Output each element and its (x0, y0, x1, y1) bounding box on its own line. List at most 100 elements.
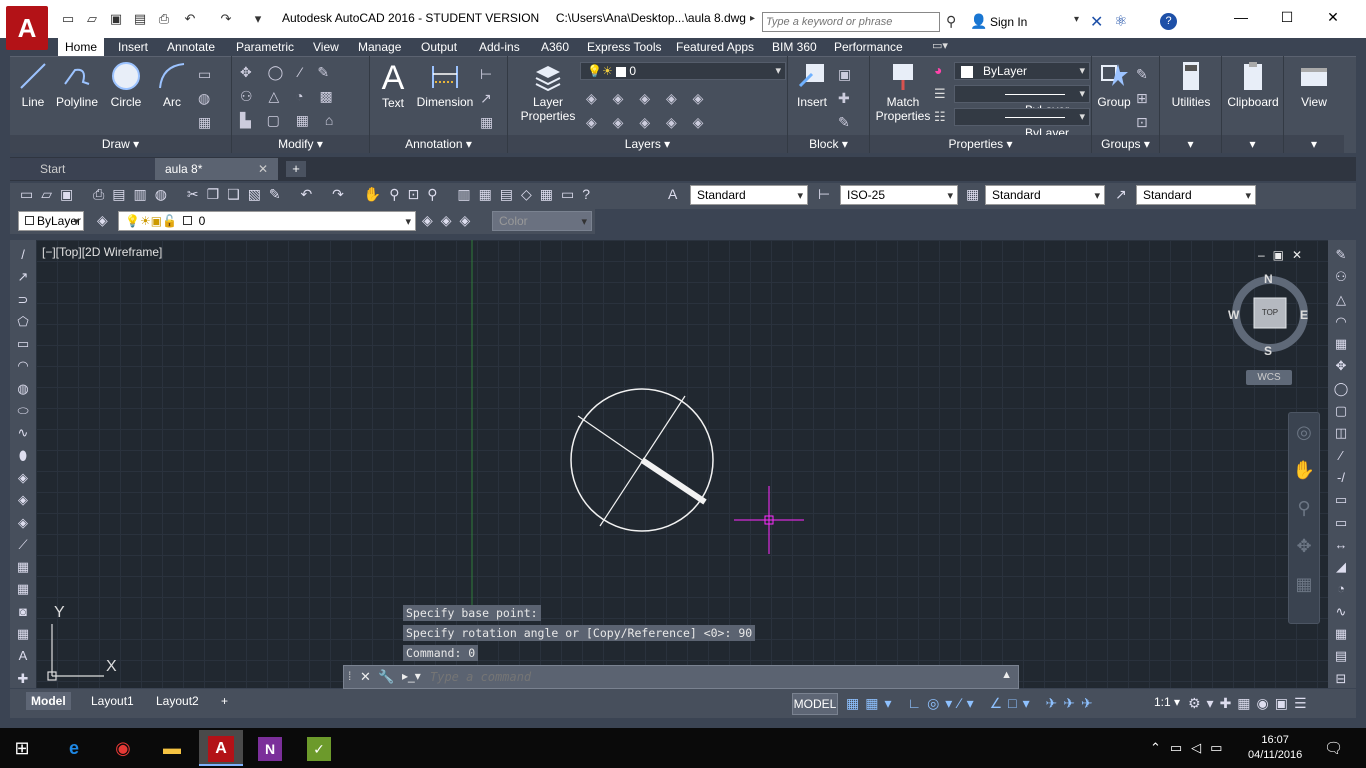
command-prompt-icon[interactable]: ▸_▾ (402, 669, 421, 683)
autocad-taskbar-icon[interactable]: A (199, 730, 243, 766)
save-icon[interactable]: ▣ (108, 11, 124, 27)
notification-center-icon[interactable]: 🗨 (1324, 739, 1343, 757)
tab-start[interactable]: Start (10, 158, 155, 180)
mleader-style-dropdown[interactable]: Standard (1136, 185, 1256, 205)
clipboard-button[interactable]: Clipboard (1224, 60, 1282, 109)
viewcube-top-face[interactable]: TOP (1260, 308, 1280, 317)
minimize-icon[interactable]: — (1218, 6, 1264, 28)
tab-add-ins[interactable]: Add-ins (472, 38, 527, 56)
utilities-dropdown-icon[interactable]: ▾ (1160, 135, 1221, 153)
drawn-line-2[interactable] (577, 415, 643, 461)
chart-app-icon[interactable]: ✓ (297, 730, 341, 766)
status-tray-icons[interactable]: ⚙▾✚▦◉▣☰ (1188, 695, 1313, 712)
tab-a360[interactable]: A360 (534, 38, 576, 56)
annotation-panel-title[interactable]: Annotation ▾ (370, 135, 507, 153)
tab-parametric[interactable]: Parametric (229, 38, 301, 56)
circle-button[interactable]: Circle (106, 60, 146, 109)
signin-dropdown-icon[interactable]: ▾ (1074, 14, 1079, 25)
search-expand-icon[interactable]: ▸ (750, 13, 760, 31)
tab-layout1[interactable]: Layout1 (86, 692, 139, 710)
sign-in-link[interactable]: Sign In (990, 15, 1027, 29)
open-icon[interactable]: ▱ (84, 11, 100, 27)
autocad-logo-button[interactable]: A (6, 6, 48, 50)
ribbon-minimize-icon[interactable]: ▭▾ (932, 39, 948, 52)
system-clock[interactable]: 16:07 04/11/2016 (1248, 733, 1302, 763)
close-tab-icon[interactable]: ✕ (258, 158, 268, 180)
navigation-bar[interactable]: ◎ ✋ ⚲ ✥ ▦ (1288, 412, 1320, 624)
wcs-menu[interactable]: WCS (1246, 370, 1292, 385)
tab-view[interactable]: View (306, 38, 346, 56)
draw-small-tools[interactable]: ▭ ◍ ▦ (198, 62, 228, 134)
clipboard-dropdown-icon[interactable]: ▾ (1222, 135, 1283, 153)
drawn-geometry[interactable] (570, 388, 714, 532)
layer-small-tools[interactable]: ◈ ◈ ◈ ◈ ◈ ◈ ◈ ◈ ◈ ◈ (586, 86, 786, 134)
close-window-icon[interactable]: ✕ (1310, 6, 1356, 28)
viewport-window-controls[interactable]: –▣✕ (1258, 248, 1310, 262)
drafting-status-icons[interactable]: ▦▦▾ ∟◎▾∕▾ ∠□▾ ✈✈✈ (846, 695, 1099, 712)
modify-panel-title[interactable]: Modify ▾ (232, 135, 369, 153)
tab-output[interactable]: Output (414, 38, 464, 56)
layer-dropdown[interactable]: 💡☀ 0 (580, 62, 786, 80)
system-tray-icons[interactable]: ⌃▭◁▭ (1150, 740, 1231, 756)
new-icon[interactable]: ▭ (60, 11, 76, 27)
viewcube-east[interactable]: E (1300, 308, 1308, 322)
tab-bim-360[interactable]: BIM 360 (765, 38, 824, 56)
polyline-button[interactable]: Polyline (54, 60, 100, 109)
command-history-toggle-icon[interactable]: ▲ (1001, 669, 1012, 681)
qat-dropdown-icon[interactable]: ▾ (250, 11, 266, 27)
viewport-controls-label[interactable]: [−][Top][2D Wireframe] (42, 245, 162, 259)
command-input[interactable] (430, 668, 970, 686)
add-layout-icon[interactable]: + (216, 692, 233, 710)
layer-manager-icon[interactable]: ◈ (97, 212, 108, 229)
arc-button[interactable]: Arc (154, 60, 190, 109)
tab-performance[interactable]: Performance (827, 38, 910, 56)
text-style-dropdown[interactable]: Standard (690, 185, 808, 205)
utilities-button[interactable]: Utilities (1162, 60, 1220, 109)
groups-panel-title[interactable]: Groups ▾ (1092, 135, 1159, 153)
help-icon[interactable]: ? (1160, 13, 1177, 30)
tab-home[interactable]: Home (58, 38, 105, 56)
layer-control-dropdown[interactable]: 💡☀▣🔓 0 (118, 211, 416, 231)
color-control-dropdown[interactable]: ByLayer (18, 211, 84, 231)
search-input[interactable] (762, 12, 940, 32)
tab-insert[interactable]: Insert (111, 38, 155, 56)
tab-featured-apps[interactable]: Featured Apps (669, 38, 761, 56)
table-style-dropdown[interactable]: Standard (985, 185, 1105, 205)
modify-small-tools[interactable]: ✥ ◯ ⁄ ✎ ⚇ △ ◔ ▩ ▙ ▢ ▦ ⌂ (240, 60, 368, 132)
undo-icon[interactable]: ↶ (182, 11, 198, 27)
viewcube-north[interactable]: N (1264, 272, 1273, 286)
linetype-dropdown[interactable]: ByLayer (954, 85, 1090, 117)
onenote-icon[interactable]: N (248, 730, 292, 766)
maximize-icon[interactable]: ☐ (1264, 6, 1310, 28)
tab-layout2[interactable]: Layout2 (151, 692, 204, 710)
windows-start-icon[interactable]: ⊞ (0, 730, 44, 766)
tab-model[interactable]: Model (26, 692, 71, 710)
a360-icon[interactable]: ⚛ (1114, 12, 1127, 30)
command-customize-icon[interactable]: 🔧 (378, 669, 394, 685)
modify-toolbar-icons[interactable]: ✎ ⚇ △ ◠ ▦ ✥ ◯ ▢ ◫ ⁄ -/▭ ▭ ↔ ◢ ◔ ∿ ▦ ▤ ⊟ (1328, 244, 1354, 690)
annotation-small-tools[interactable]: ⊢ ↗ ▦ (480, 62, 508, 134)
lineweight-dropdown[interactable]: ByLayer (954, 108, 1090, 140)
edge-browser-icon[interactable]: e (52, 730, 96, 766)
exchange-icon[interactable]: ✕ (1090, 12, 1103, 32)
line-button[interactable]: Line (16, 60, 50, 109)
dimension-button[interactable]: Dimension (414, 60, 476, 109)
viewcube-south[interactable]: S (1264, 344, 1272, 358)
layer-tool-icons[interactable]: ◈◈◈ (422, 212, 478, 229)
groups-small-tools[interactable]: ✎ ⊞ ⊡ (1136, 62, 1158, 134)
match-properties-button[interactable]: Match Properties (872, 60, 934, 123)
block-panel-title[interactable]: Block ▾ (788, 135, 869, 153)
color-dropdown[interactable]: ByLayer (954, 62, 1090, 80)
block-small-tools[interactable]: ▣ ✚ ✎ (838, 62, 868, 134)
plot-icon[interactable]: ⎙ (156, 11, 172, 27)
command-line-grip-icon[interactable]: ⁞ (348, 669, 351, 683)
view-button[interactable]: View (1286, 60, 1342, 109)
tab-manage[interactable]: Manage (351, 38, 408, 56)
command-close-icon[interactable]: ✕ (360, 669, 371, 685)
layer-properties-button[interactable]: Layer Properties (514, 60, 582, 123)
tab-express-tools[interactable]: Express Tools (580, 38, 668, 56)
dim-style-dropdown[interactable]: ISO-25 (840, 185, 958, 205)
save-as-icon[interactable]: ▤ (132, 11, 148, 27)
properties-panel-title[interactable]: Properties ▾ (870, 135, 1091, 153)
layers-panel-title[interactable]: Layers ▾ (508, 135, 787, 153)
